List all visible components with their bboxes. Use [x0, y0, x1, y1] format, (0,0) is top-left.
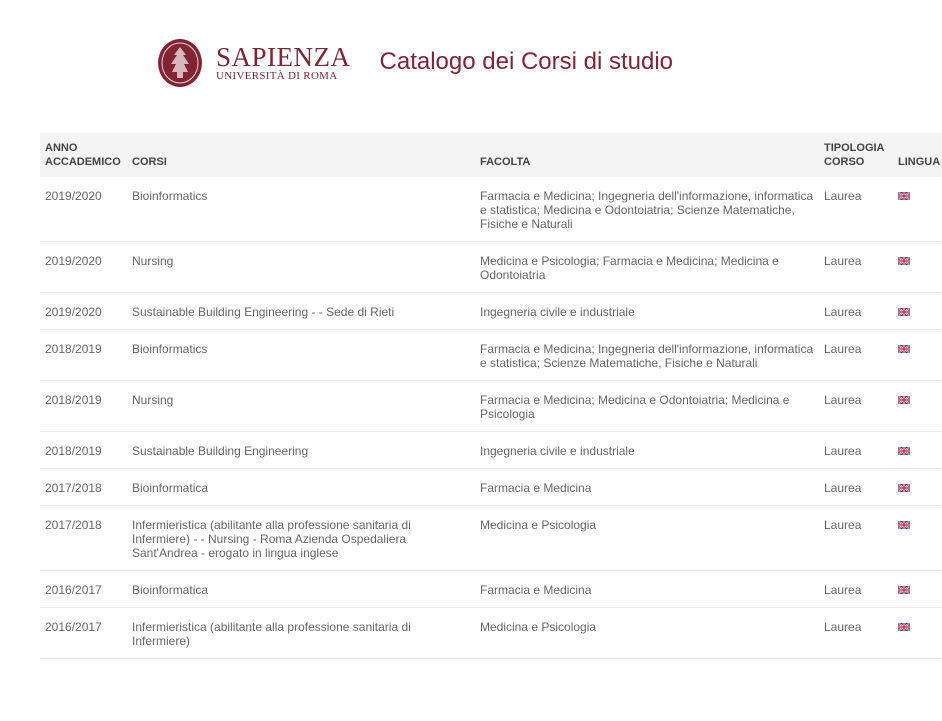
- uk-flag-icon: [898, 484, 910, 492]
- uk-flag-icon: [898, 521, 910, 529]
- table-row[interactable]: 2018/2019 Nursing Farmacia e Medicina; Med…: [40, 380, 942, 432]
- cell-lingua: [893, 607, 942, 659]
- cell-corso[interactable]: Infermieristica (abilitante alla profess…: [127, 505, 475, 571]
- cell-tipologia: Laurea: [819, 431, 893, 469]
- header-anno-accademico[interactable]: ANNO ACCADEMICO: [40, 133, 127, 177]
- cell-facolta: Farmacia e Medicina: [475, 570, 819, 608]
- cell-tipologia: Laurea: [819, 241, 893, 293]
- cell-lingua: [893, 505, 942, 571]
- cell-corso[interactable]: Nursing: [127, 241, 475, 293]
- cell-lingua: [893, 329, 942, 381]
- cell-corso[interactable]: Bioinformatics: [127, 177, 475, 242]
- courses-table: ANNO ACCADEMICO CORSI FACOLTA TIPOLOGIA …: [40, 133, 942, 659]
- cell-anno: 2019/2020: [40, 241, 127, 293]
- table-row[interactable]: 2018/2019 Bioinformatics Farmacia e Medici…: [40, 329, 942, 381]
- cell-lingua: [893, 177, 942, 242]
- cell-anno: 2016/2017: [40, 570, 127, 608]
- cell-facolta: Ingegneria civile e industriale: [475, 431, 819, 469]
- cell-facolta: Farmacia e Medicina; Medicina e Odontoia…: [475, 380, 819, 432]
- courses-table-container: ANNO ACCADEMICO CORSI FACOLTA TIPOLOGIA …: [40, 133, 942, 659]
- cell-facolta: Farmacia e Medicina; Ingegneria dell'inf…: [475, 177, 819, 242]
- cell-lingua: [893, 241, 942, 293]
- cell-tipologia: Laurea: [819, 329, 893, 381]
- page-title: Catalogo dei Corsi di studio: [379, 48, 674, 75]
- table-row[interactable]: 2019/2020 Bioinformatics Farmacia e Medici…: [40, 177, 942, 242]
- site-header: SAPIENZA UNIVERSITÀ DI ROMA Catalogo dei…: [157, 35, 673, 91]
- uk-flag-icon: [898, 586, 910, 594]
- cell-tipologia: Laurea: [819, 468, 893, 506]
- brand-wordmark[interactable]: SAPIENZA UNIVERSITÀ DI ROMA: [216, 41, 351, 83]
- uk-flag-icon: [898, 257, 910, 265]
- cell-anno: 2017/2018: [40, 505, 127, 571]
- uk-flag-icon: [898, 308, 910, 316]
- brand-subtitle: UNIVERSITÀ DI ROMA: [216, 69, 338, 82]
- cell-facolta: Medicina e Psicologia; Farmacia e Medici…: [475, 241, 819, 293]
- header-lingua[interactable]: LINGUA: [893, 133, 942, 177]
- cell-anno: 2018/2019: [40, 380, 127, 432]
- uk-flag-icon: [898, 623, 910, 631]
- header-corsi[interactable]: CORSI: [127, 133, 475, 177]
- cell-tipologia: Laurea: [819, 380, 893, 432]
- cell-facolta: Medicina e Psicologia: [475, 607, 819, 659]
- cell-anno: 2018/2019: [40, 431, 127, 469]
- table-row[interactable]: 2017/2018 Infermieristica (abilitante all…: [40, 505, 942, 571]
- table-header-row: ANNO ACCADEMICO CORSI FACOLTA TIPOLOGIA …: [40, 133, 942, 177]
- uk-flag-icon: [898, 345, 910, 353]
- uk-flag-icon: [898, 447, 910, 455]
- cell-tipologia: Laurea: [819, 607, 893, 659]
- cell-corso[interactable]: Bioinformatica: [127, 570, 475, 608]
- table-row[interactable]: 2016/2017 Infermieristica (abilitante all…: [40, 607, 942, 659]
- cell-facolta: Ingegneria civile e industriale: [475, 292, 819, 330]
- cell-corso[interactable]: Sustainable Building Engineering: [127, 431, 475, 469]
- cell-anno: 2017/2018: [40, 468, 127, 506]
- cell-corso[interactable]: Nursing: [127, 380, 475, 432]
- cell-lingua: [893, 468, 942, 506]
- cell-anno: 2019/2020: [40, 177, 127, 242]
- sapienza-seal-logo[interactable]: [157, 38, 203, 88]
- cell-lingua: [893, 292, 942, 330]
- brand-name: SAPIENZA: [216, 41, 351, 72]
- header-tipologia-corso[interactable]: TIPOLOGIA CORSO: [819, 133, 893, 177]
- cell-corso[interactable]: Bioinformatica: [127, 468, 475, 506]
- cell-lingua: [893, 570, 942, 608]
- cell-anno: 2018/2019: [40, 329, 127, 381]
- table-row[interactable]: 2019/2020 Nursing Medicina e Psicologia; F…: [40, 241, 942, 293]
- cell-facolta: Farmacia e Medicina; Ingegneria dell'inf…: [475, 329, 819, 381]
- cell-facolta: Farmacia e Medicina: [475, 468, 819, 506]
- table-row[interactable]: 2016/2017 Bioinformatica Farmacia e Medici…: [40, 570, 942, 608]
- cell-corso[interactable]: Bioinformatics: [127, 329, 475, 381]
- cell-tipologia: Laurea: [819, 177, 893, 242]
- uk-flag-icon: [898, 396, 910, 404]
- cell-anno: 2016/2017: [40, 607, 127, 659]
- cell-tipologia: Laurea: [819, 292, 893, 330]
- cell-corso[interactable]: Infermieristica (abilitante alla profess…: [127, 607, 475, 659]
- table-row[interactable]: 2018/2019 Sustainable Building Engineerin…: [40, 431, 942, 469]
- cell-lingua: [893, 380, 942, 432]
- cell-facolta: Medicina e Psicologia: [475, 505, 819, 571]
- cell-lingua: [893, 431, 942, 469]
- cell-tipologia: Laurea: [819, 570, 893, 608]
- table-row[interactable]: 2017/2018 Bioinformatica Farmacia e Medici…: [40, 468, 942, 506]
- cell-corso[interactable]: Sustainable Building Engineering - - Sed…: [127, 292, 475, 330]
- uk-flag-icon: [898, 192, 910, 200]
- table-row[interactable]: 2019/2020 Sustainable Building Engineerin…: [40, 292, 942, 330]
- table-body: 2019/2020 Bioinformatics Farmacia e Medici…: [40, 177, 942, 659]
- cell-anno: 2019/2020: [40, 292, 127, 330]
- cell-tipologia: Laurea: [819, 505, 893, 571]
- header-facolta[interactable]: FACOLTA: [475, 133, 819, 177]
